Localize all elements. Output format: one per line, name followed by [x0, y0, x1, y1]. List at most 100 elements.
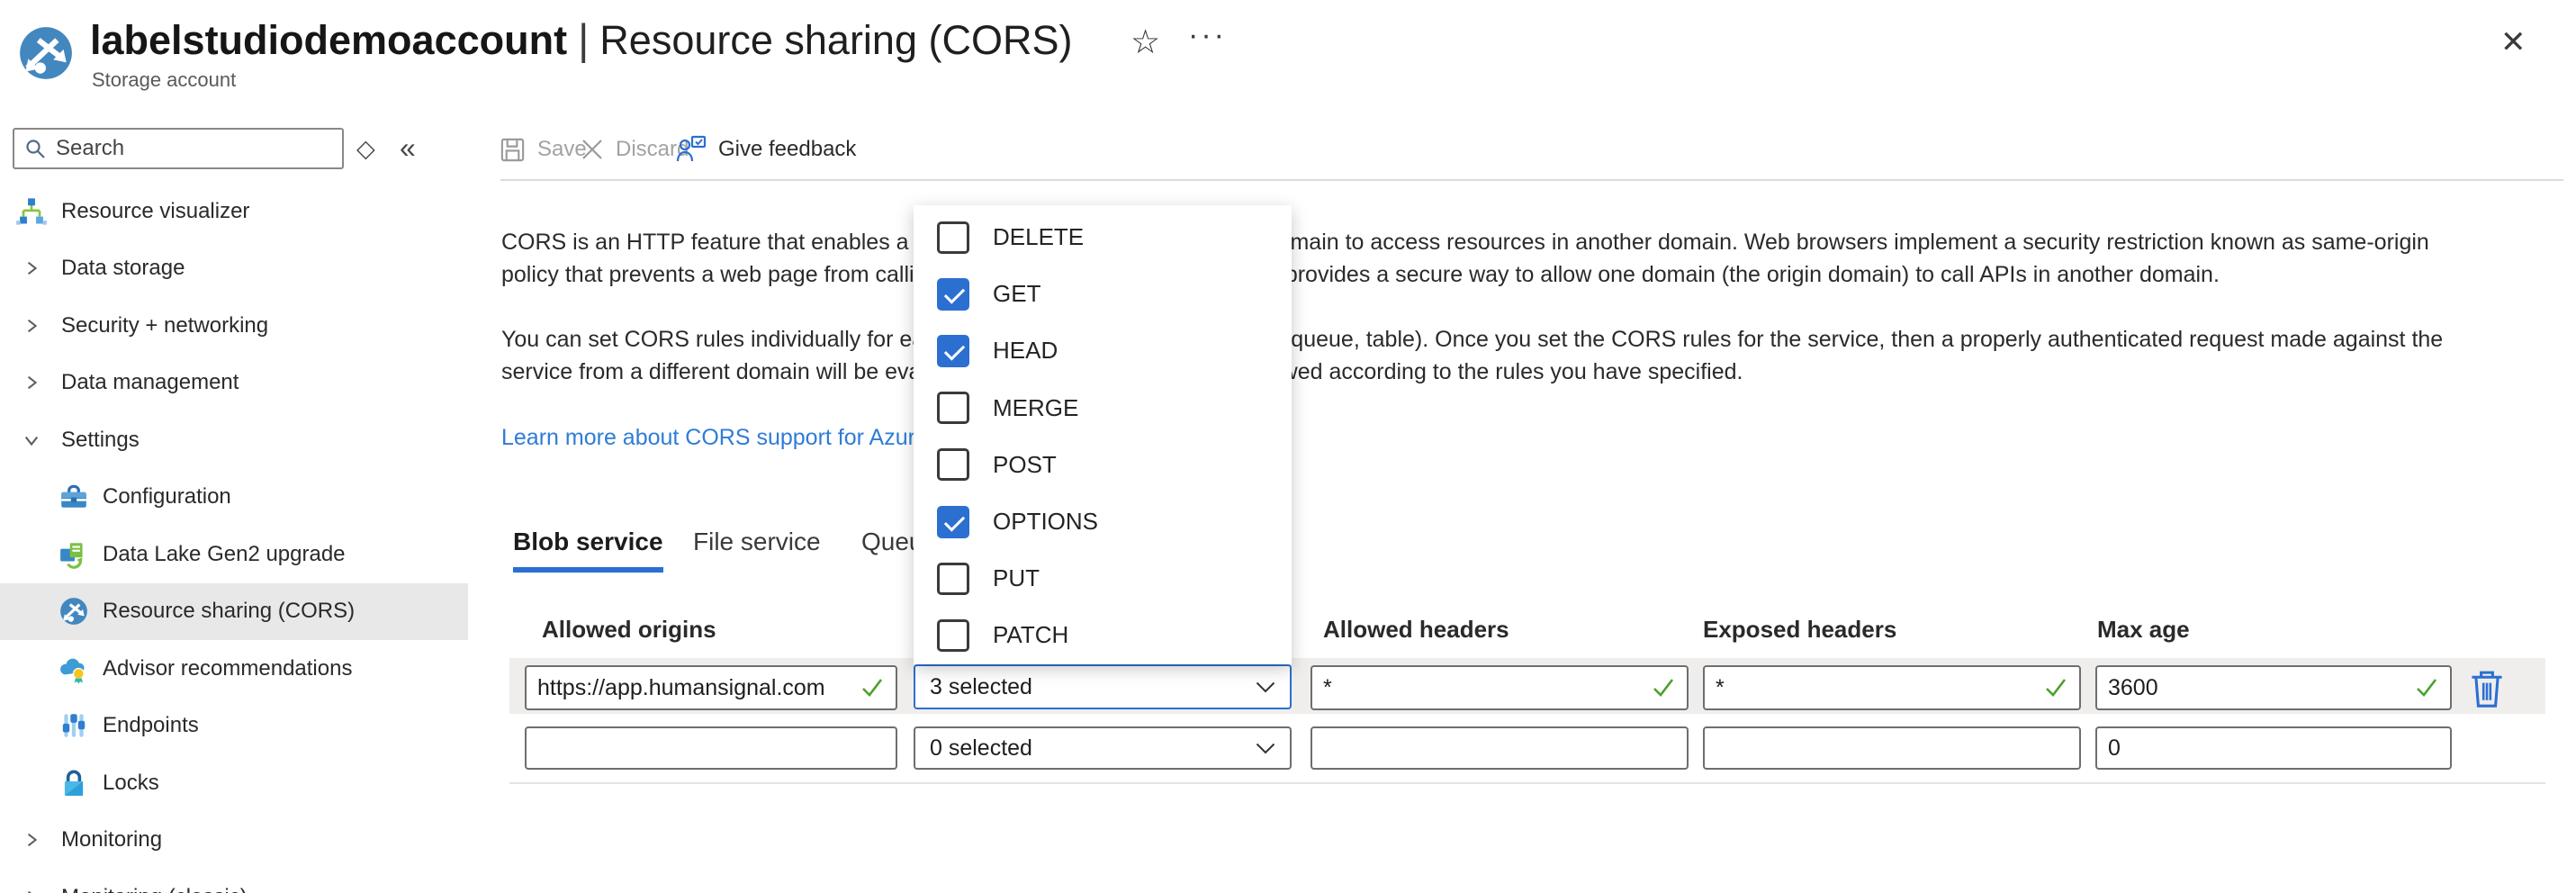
method-option-options[interactable]: OPTIONS: [914, 493, 1292, 550]
sidebar-item-label: Resource visualizer: [61, 199, 249, 224]
sidebar-item-security-networking[interactable]: Security + networking: [0, 297, 486, 355]
method-option-head[interactable]: HEAD: [914, 322, 1292, 379]
column-header-exposed-headers: Exposed headers: [1703, 616, 1896, 644]
sidebar-item-data-management[interactable]: Data management: [0, 355, 486, 412]
menu-switcher-icon[interactable]: ◇: [356, 137, 375, 161]
save-button[interactable]: Save: [499, 131, 587, 167]
checkbox-head[interactable]: [937, 335, 969, 367]
discard-button[interactable]: Discard: [580, 131, 689, 167]
sidebar-item-label: Monitoring: [61, 827, 162, 852]
sidebar-item-label: Data management: [61, 370, 239, 395]
checkbox-post[interactable]: [937, 448, 969, 481]
checkbox-patch[interactable]: [937, 619, 969, 652]
collapse-sidebar-icon[interactable]: «: [400, 133, 416, 162]
max-age-value[interactable]: [2108, 675, 2409, 701]
allowed-origins-input-row1[interactable]: [525, 665, 897, 710]
discard-x-icon: [580, 137, 605, 162]
allowed-origins-value[interactable]: [537, 675, 854, 701]
method-option-merge[interactable]: MERGE: [914, 380, 1292, 437]
sidebar-item-label: Configuration: [103, 484, 231, 510]
chevron-down-icon: [1256, 681, 1275, 693]
method-option-label: PATCH: [993, 621, 1068, 649]
resource-visualizer-icon: [14, 195, 49, 228]
allowed-headers-input-row2[interactable]: [1311, 726, 1689, 770]
allowed-origins-value-empty[interactable]: [537, 735, 885, 762]
sidebar-item-locks[interactable]: Locks: [0, 754, 486, 812]
close-blade-icon[interactable]: ✕: [2500, 27, 2526, 58]
chevron-right-icon: [14, 375, 49, 390]
valid-check-icon: [1651, 675, 1676, 700]
sidebar-item-label: Monitoring (classic): [61, 885, 248, 893]
chevron-right-icon: [14, 319, 49, 333]
method-option-get[interactable]: GET: [914, 266, 1292, 322]
exposed-headers-value-empty[interactable]: [1716, 735, 2068, 762]
allowed-methods-dropdown: DELETE GET HEAD MERGE POST OPTIONS PUT: [914, 205, 1292, 664]
lock-icon: [58, 768, 90, 798]
sidebar-item-endpoints[interactable]: Endpoints: [0, 698, 486, 755]
chevron-right-icon: [14, 833, 49, 847]
exposed-headers-value[interactable]: [1716, 675, 2038, 701]
allowed-headers-value[interactable]: [1323, 675, 1645, 701]
exposed-headers-input-row2[interactable]: [1703, 726, 2081, 770]
page-title: labelstudiodemoaccount|Resource sharing …: [90, 14, 1072, 64]
more-options-icon[interactable]: ···: [1188, 20, 1227, 50]
checkbox-delete[interactable]: [937, 221, 969, 254]
give-feedback-button-label: Give feedback: [718, 137, 856, 162]
max-age-value-row2[interactable]: [2108, 735, 2439, 762]
cors-blade: labelstudiodemoaccount|Resource sharing …: [0, 0, 2576, 893]
cors-globe-icon: [58, 596, 90, 627]
search-input[interactable]: [56, 136, 333, 161]
sidebar-item-advisor-recommendations[interactable]: Advisor recommendations: [0, 640, 486, 698]
valid-check-icon: [860, 675, 885, 700]
delete-rule-trash-icon[interactable]: [2468, 668, 2506, 709]
sidebar-item-label: Security + networking: [61, 313, 268, 338]
method-option-label: GET: [993, 280, 1040, 308]
favorite-star-icon[interactable]: ☆: [1130, 25, 1160, 59]
sidebar-item-label: Data storage: [61, 256, 185, 281]
configuration-toolbox-icon: [58, 482, 90, 512]
give-feedback-button[interactable]: Give feedback: [675, 131, 856, 167]
advisor-cloud-icon: [58, 654, 90, 684]
method-option-delete[interactable]: DELETE: [914, 209, 1292, 266]
data-lake-upgrade-icon: [58, 539, 90, 570]
chevron-down-icon: [14, 433, 49, 447]
sidebar-item-monitoring[interactable]: Monitoring: [0, 812, 486, 870]
valid-check-icon: [2414, 675, 2439, 700]
chevron-down-icon: [1256, 743, 1275, 754]
checkbox-merge[interactable]: [937, 392, 969, 424]
checkbox-get[interactable]: [937, 278, 969, 311]
sidebar-item-label: Endpoints: [103, 713, 199, 738]
sidebar-item-label: Settings: [61, 428, 140, 453]
allowed-headers-input-row1[interactable]: [1311, 665, 1689, 710]
sidebar-item-settings[interactable]: Settings: [0, 411, 486, 469]
allowed-methods-select-row1[interactable]: 3 selected: [914, 664, 1292, 709]
method-option-put[interactable]: PUT: [914, 550, 1292, 607]
allowed-headers-value-empty[interactable]: [1323, 735, 1676, 762]
sidebar-item-monitoring-classic[interactable]: Monitoring (classic): [0, 869, 486, 893]
tab-blob-service[interactable]: Blob service: [513, 528, 663, 573]
allowed-origins-input-row2[interactable]: [525, 726, 897, 770]
sidebar-item-label: Advisor recommendations: [103, 656, 352, 681]
sidebar-item-data-lake-gen2-upgrade[interactable]: Data Lake Gen2 upgrade: [0, 526, 486, 583]
max-age-input-row1[interactable]: [2095, 665, 2452, 710]
method-option-label: OPTIONS: [993, 508, 1098, 536]
max-age-input-row2[interactable]: [2095, 726, 2452, 770]
checkbox-options[interactable]: [937, 506, 969, 538]
sidebar-search[interactable]: [13, 128, 344, 169]
sidebar-item-configuration[interactable]: Configuration: [0, 469, 486, 527]
allowed-methods-select-row2[interactable]: 0 selected: [914, 726, 1292, 770]
method-option-label: DELETE: [993, 223, 1084, 251]
feedback-person-icon: [675, 133, 707, 166]
sidebar-item-label: Locks: [103, 771, 159, 796]
sidebar-item-data-storage[interactable]: Data storage: [0, 240, 486, 298]
method-option-patch[interactable]: PATCH: [914, 607, 1292, 663]
tab-file-service[interactable]: File service: [693, 528, 821, 567]
checkbox-put[interactable]: [937, 563, 969, 595]
method-option-post[interactable]: POST: [914, 437, 1292, 493]
sidebar-item-resource-visualizer[interactable]: Resource visualizer: [0, 183, 486, 240]
blade-name: Resource sharing (CORS): [599, 17, 1072, 63]
endpoints-sliders-icon: [58, 710, 90, 741]
sidebar-item-resource-sharing-cors[interactable]: Resource sharing (CORS): [0, 583, 468, 641]
exposed-headers-input-row1[interactable]: [1703, 665, 2081, 710]
column-header-max-age: Max age: [2097, 616, 2190, 644]
